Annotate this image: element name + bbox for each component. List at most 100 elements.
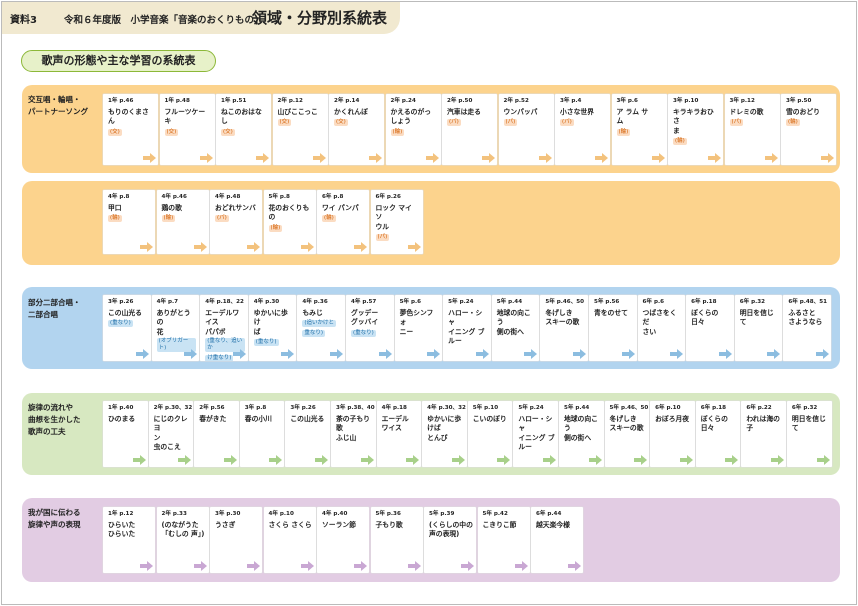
- arrow-right-icon: [427, 349, 441, 359]
- song-title: ルー: [448, 337, 462, 345]
- song-title: 春の小川: [244, 414, 272, 423]
- song-title: 花: [156, 327, 164, 336]
- page-ref: 5年 p.36: [375, 511, 401, 517]
- song-title: ゆかいに歩け: [253, 308, 288, 327]
- song-card: 6年 p.18 ぼくらの日々: [695, 401, 741, 467]
- page-ref: 6年 p.32: [791, 405, 818, 411]
- arrow-right-icon: [651, 153, 665, 163]
- page-ref: 3年 p.26: [108, 299, 134, 305]
- arrow-right-icon: [451, 455, 465, 465]
- card-row-3: 1年 p.40 ひのまる 2年 p.30、32 にじのクレヨン虫のこえ 2年 p.56 春…: [103, 401, 833, 467]
- song-card: 5年 p.44 地球の向こう 側の街へ: [558, 401, 604, 467]
- arrow-right-icon: [524, 349, 538, 359]
- song-card: 6年 p.8 ワイ パンパ (輪): [317, 190, 369, 254]
- song-card: 3年 p.8 春の小川: [239, 401, 285, 467]
- song-title: 雪のおどり: [786, 107, 820, 116]
- song-card: 4年 p.57 グッデー グッバイ (重なり): [345, 295, 394, 361]
- song-title: ン: [153, 433, 161, 442]
- song-card: 5年 p.42 こきりこ節: [477, 507, 530, 573]
- song-title: ルー: [518, 443, 532, 451]
- page-ref: 4年 p.7: [156, 299, 179, 305]
- arrow-right-icon: [725, 455, 739, 465]
- page-ref: 2年 p.56: [199, 405, 225, 411]
- song-card: 5年 p.56 青をのせて: [588, 295, 637, 361]
- song-card: 5年 p.44 地球の向こう 側の街へ: [491, 295, 540, 361]
- song-title: エーデル: [381, 414, 409, 423]
- song-title: 明日を信じて: [791, 414, 826, 433]
- card-row-2: 3年 p.26 この山光る (重なり) 4年 p.7 ありがとうの花 (オブリガート) 4年…: [103, 295, 832, 361]
- arrow-right-icon: [247, 242, 260, 252]
- song-card: 4年 p.46 鶏の歌 (輪): [156, 190, 209, 254]
- song-card: 6年 p.48、51 ふるさと さようなら: [783, 295, 831, 361]
- song-title: スキーの歌: [609, 424, 644, 432]
- page-ref: 5年 p.42: [482, 511, 508, 517]
- form-tag: (重なり): [350, 329, 376, 337]
- page-ref: 6年 p.18: [691, 299, 717, 305]
- song-card: 3年 p.26 この山光る (重なり): [103, 295, 151, 361]
- song-title: もみじ: [302, 308, 323, 317]
- section-label-3: 旋律の流れや 曲想を生かした 歌声の工夫: [22, 394, 102, 438]
- page-ref: 5年 p.24: [518, 405, 544, 411]
- arrow-right-icon: [475, 349, 489, 359]
- form-tag: (輪): [161, 215, 176, 222]
- page-ref: 4年 p.30、32: [427, 405, 466, 411]
- page-ref: 6年 p.26: [375, 194, 401, 200]
- song-title: さようなら: [788, 318, 823, 326]
- page-ref: 5年 p.56: [593, 299, 620, 305]
- song-title: ハロー・シャ: [448, 308, 483, 327]
- page-ref: 6年 p.10: [655, 405, 681, 411]
- arrow-right-icon: [199, 153, 213, 163]
- page-ref: 3年 p.12: [729, 98, 755, 104]
- form-tag: (交): [164, 128, 179, 136]
- form-tag: け重なり): [205, 354, 234, 361]
- song-title: つばさをくだ: [642, 308, 677, 327]
- form-tag: (輪): [673, 138, 687, 145]
- arrow-right-icon: [816, 455, 830, 465]
- page-ref: 3年 p.50: [786, 98, 812, 104]
- song-title: 春がきた: [199, 414, 227, 423]
- page-ref: 3年 p.38、40: [335, 405, 375, 411]
- song-card: 5年 p.10 こいのぼり: [467, 401, 513, 467]
- page-ref: 4年 p.40: [322, 511, 348, 517]
- arrow-right-icon: [135, 349, 149, 359]
- arrow-right-icon: [354, 561, 367, 571]
- form-tag: (パ): [447, 119, 461, 126]
- song-title: ハロー・シャ: [518, 414, 553, 433]
- arrow-right-icon: [300, 561, 314, 571]
- song-title: キラキラおひさ: [673, 107, 714, 126]
- page-ref: 4年 p.18: [381, 405, 407, 411]
- song-card: 3年 p.12 ドレミの歌 (パ): [724, 94, 780, 165]
- form-tag: 重なり): [302, 329, 326, 337]
- arrow-right-icon: [821, 153, 834, 163]
- song-title: イニング ブ: [448, 327, 485, 336]
- song-title: ワイス: [381, 424, 402, 432]
- form-tag: (パ): [729, 119, 744, 126]
- section-label-1: 交互唱・輪唱・ パートナーソング: [22, 86, 102, 118]
- form-tag: (追いかけと: [302, 320, 337, 327]
- song-title: こきりこ節: [482, 520, 517, 529]
- page-header: 資料3 令和６年度版 小学音楽「音楽のおくりもの」 領域・分野別系統表: [2, 2, 400, 34]
- arrow-right-icon: [300, 242, 314, 252]
- song-title: ロック マイ ソ: [375, 203, 412, 222]
- section-label-line: 二部合唱: [28, 310, 58, 319]
- song-title: エーデルワイス: [205, 308, 240, 327]
- song-title: とんび: [427, 433, 448, 442]
- song-title: こいのぼり: [472, 414, 507, 423]
- song-card: 5年 p.39 (くらしの中の 声の表現): [424, 507, 476, 573]
- page-ref: 2年 p.30、32: [153, 405, 193, 411]
- song-title: 冬げしき: [609, 414, 637, 423]
- song-card: 2年 p.30、32 にじのクレヨン虫のこえ: [148, 401, 194, 467]
- section-label-line: 曲想を生かした: [28, 415, 81, 424]
- song-title: イニング ブ: [518, 433, 555, 442]
- page-title: 領域・分野別系統表: [252, 9, 388, 27]
- page-ref: 2年 p.24: [390, 98, 416, 104]
- arrow-right-icon: [406, 455, 420, 465]
- arrow-right-icon: [232, 349, 246, 359]
- song-title: ひらいた: [108, 530, 136, 538]
- arrow-right-icon: [193, 561, 207, 571]
- song-card: 3年 p.6 ア ラム サム (輪): [611, 94, 667, 165]
- form-tag: (輪): [786, 119, 800, 126]
- song-title: 側の街へ: [563, 433, 592, 442]
- arrow-right-icon: [621, 349, 635, 359]
- song-title: フルーツケーキ: [164, 107, 206, 126]
